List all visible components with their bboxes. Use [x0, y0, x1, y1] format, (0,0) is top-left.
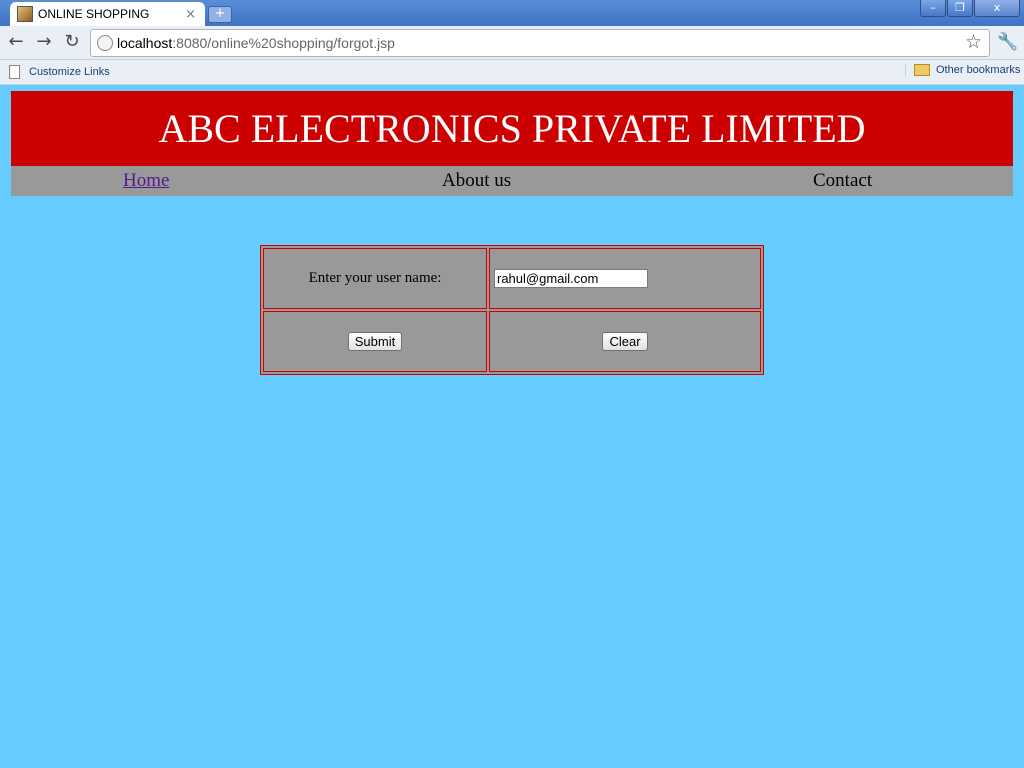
browser-tab[interactable]: ONLINE SHOPPING × — [10, 2, 205, 26]
nav-home-link[interactable]: Home — [123, 170, 169, 192]
page-icon — [9, 65, 20, 79]
bookmarks-bar: Customize Links Other bookmarks — [0, 60, 1024, 85]
folder-icon — [914, 64, 930, 76]
username-label: Enter your user name: — [308, 270, 442, 286]
url-host: localhost — [117, 35, 173, 51]
wrench-menu-icon[interactable]: 🔧 — [997, 32, 1018, 52]
tab-close-icon[interactable]: × — [185, 7, 196, 22]
username-label-cell: Enter your user name: — [263, 248, 487, 309]
other-bookmarks-label: Other bookmarks — [936, 64, 1021, 76]
address-bar[interactable]: localhost:8080/online%20shopping/forgot.… — [90, 29, 990, 57]
back-arrow-icon[interactable]: ← — [5, 31, 27, 53]
reload-icon[interactable]: ↻ — [61, 31, 83, 53]
close-window-button[interactable]: x — [974, 0, 1020, 17]
clear-button[interactable]: Clear — [602, 332, 648, 351]
username-input[interactable]: rahul@gmail.com — [494, 269, 648, 288]
browser-toolbar: ← → ↻ localhost:8080/online%20shopping/f… — [0, 26, 1024, 60]
nav-about-us: About us — [442, 170, 512, 191]
bookmark-customize-links-label: Customize Links — [29, 66, 110, 78]
page-content: ABC ELECTRONICS PRIVATE LIMITED Home Abo… — [0, 85, 1024, 768]
nav-contact: Contact — [813, 170, 873, 191]
forgot-password-form: Enter your user name: rahul@gmail.com Su… — [260, 245, 764, 375]
restore-button[interactable]: ❐ — [947, 0, 973, 17]
site-nav: Home About us Contact — [11, 166, 1013, 196]
browser-title-bar: ONLINE SHOPPING × + – ❐ x — [0, 0, 1024, 26]
site-banner: ABC ELECTRONICS PRIVATE LIMITED — [11, 91, 1013, 166]
forward-arrow-icon[interactable]: → — [33, 31, 55, 53]
bookmark-customize-links[interactable]: Customize Links — [9, 65, 110, 79]
new-tab-button[interactable]: + — [208, 6, 232, 23]
url-path: :8080/online%20shopping/forgot.jsp — [172, 35, 395, 51]
tab-title: ONLINE SHOPPING — [38, 7, 150, 21]
other-bookmarks[interactable]: Other bookmarks — [905, 64, 1020, 76]
globe-icon — [97, 35, 113, 51]
username-input-cell: rahul@gmail.com — [489, 248, 761, 309]
clear-cell: Clear — [489, 311, 761, 372]
url-text: localhost:8080/online%20shopping/forgot.… — [117, 35, 395, 51]
submit-cell: Submit — [263, 311, 487, 372]
minimize-button[interactable]: – — [920, 0, 946, 17]
banner-title: ABC ELECTRONICS PRIVATE LIMITED — [158, 106, 866, 151]
site-favicon-icon — [17, 6, 33, 22]
bookmark-star-icon[interactable]: ☆ — [965, 31, 982, 53]
submit-button[interactable]: Submit — [347, 332, 403, 351]
window-controls: – ❐ x — [919, 0, 1020, 17]
